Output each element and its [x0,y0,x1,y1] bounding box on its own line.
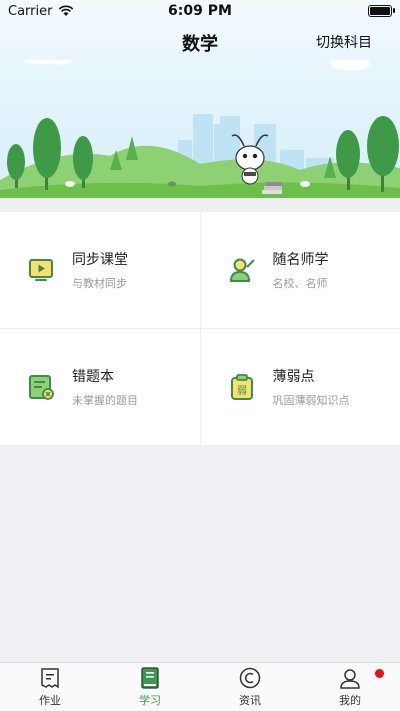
tab-label: 学习 [139,693,161,707]
wrong-answers-book-icon [26,372,56,402]
feature-row: 同步课堂 与教材同步 随名师学 名校、名师 [0,212,400,329]
landscape-illustration [0,60,400,212]
switch-subject-button[interactable]: 切换科目 [316,32,372,52]
weak-points-card[interactable]: 弱 薄弱点 巩固薄弱知识点 [199,329,400,445]
status-bar: Carrier 6:09 PM [0,0,400,22]
card-title: 错题本 [72,369,114,385]
card-title: 薄弱点 [272,369,315,385]
tab-label: 我的 [339,693,361,707]
tab-label: 作业 [39,693,61,707]
card-title: 随名师学 [272,252,329,268]
teacher-icon [227,255,257,285]
tab-bar: 作业 学习 资讯 我的 [0,662,400,711]
tab-news[interactable]: 资讯 [200,663,300,711]
sync-classroom-card[interactable]: 同步课堂 与教材同步 [0,212,200,328]
video-lesson-icon [26,255,56,285]
tab-study[interactable]: 学习 [100,663,200,711]
learn-with-teachers-card[interactable]: 随名师学 名校、名师 [199,212,400,328]
wifi-icon [59,5,74,16]
homework-icon [41,667,59,688]
weak-points-clipboard-icon: 弱 [227,372,257,402]
profile-icon [340,668,360,689]
notification-badge [375,669,384,678]
header-hero: 数学 切换科目 [0,0,400,212]
tab-label: 资讯 [239,693,261,707]
tab-profile[interactable]: 我的 [300,663,400,711]
battery-icon [368,5,395,17]
feature-grid: 同步课堂 与教材同步 随名师学 名校、名师 错题本 未掌握的题目 弱 薄弱点 巩… [0,212,400,446]
news-icon [239,667,261,688]
study-book-icon [141,666,159,689]
tab-homework[interactable]: 作业 [0,663,100,711]
wrong-answers-card[interactable]: 错题本 未掌握的题目 [0,329,200,445]
card-subtitle: 未掌握的题目 [72,394,138,407]
carrier-label: Carrier [8,3,53,19]
feature-row: 错题本 未掌握的题目 弱 薄弱点 巩固薄弱知识点 [0,329,400,446]
clipboard-icon-text: 弱 [237,385,247,397]
card-subtitle: 名校、名师 [272,277,328,290]
card-title: 同步课堂 [72,252,128,268]
card-subtitle: 与教材同步 [72,277,127,290]
card-subtitle: 巩固薄弱知识点 [272,394,350,407]
